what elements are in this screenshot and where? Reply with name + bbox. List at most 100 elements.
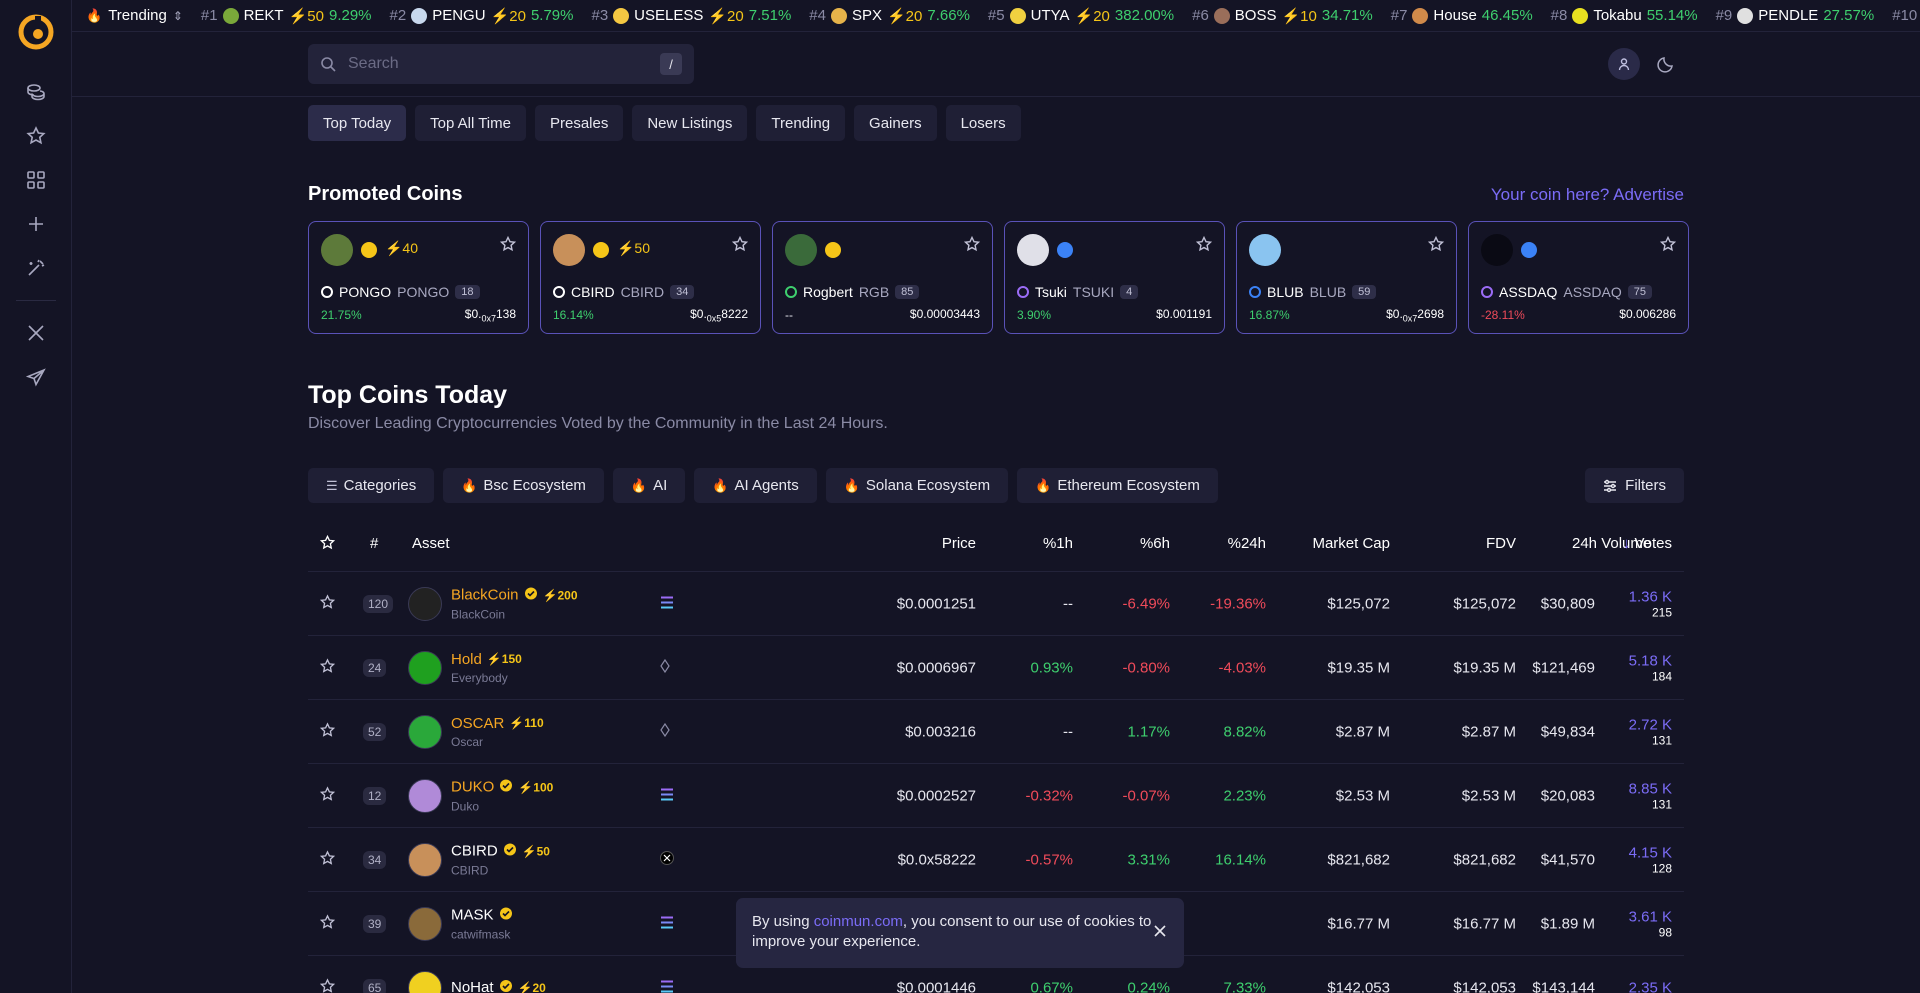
header-24h[interactable]: %24h — [1228, 535, 1266, 552]
trending-label[interactable]: 🔥 Trending ⇕ — [86, 7, 183, 24]
star-icon[interactable] — [16, 116, 56, 156]
magic-wand-icon[interactable] — [16, 248, 56, 288]
ticker-item[interactable]: #6 BOSS ⚡10 34.71% — [1192, 7, 1373, 25]
promoted-card[interactable]: BLUB BLUB 59 16.87% $0.0x72698 — [1236, 221, 1457, 334]
promoted-card[interactable]: ASSDAQ ASSDAQ 75 -28.11% $0.006286 — [1468, 221, 1689, 334]
table-row[interactable]: 120 BlackCoin ⚡200 BlackCoin $0.0001251 -- -6.… — [308, 572, 1684, 636]
table-row[interactable]: 12 DUKO ⚡100 Duko $0.0002527 -0.32% -0.07% 2.23… — [308, 764, 1684, 828]
coin-asset[interactable]: Hold ⚡150 Everybody — [451, 651, 522, 685]
favorite-star-icon[interactable] — [319, 977, 336, 993]
coin-count-badge: 85 — [895, 285, 920, 299]
tab-gainers[interactable]: Gainers — [854, 105, 937, 141]
header-fdv[interactable]: FDV — [1486, 535, 1516, 552]
favorite-star-icon[interactable] — [319, 849, 336, 869]
header-1h[interactable]: %1h — [1043, 535, 1073, 552]
cell-fdv: $19.35 M — [1453, 659, 1516, 676]
filter-chip-ethereum-ecosystem[interactable]: 🔥 Ethereum Ecosystem — [1017, 468, 1218, 503]
search-input[interactable] — [348, 55, 660, 73]
favorite-star-icon[interactable] — [963, 235, 981, 257]
close-icon[interactable] — [1154, 923, 1166, 943]
filter-chip-ai[interactable]: 🔥 AI — [612, 468, 686, 503]
coin-name: Hold — [451, 650, 482, 668]
coin-asset[interactable]: MASK catwifmask — [451, 906, 513, 941]
promoted-card[interactable]: Rogbert RGB 85 -- $0.00003443 — [772, 221, 993, 334]
coin-asset[interactable]: OSCAR ⚡110 Oscar — [451, 715, 544, 749]
header-asset[interactable]: Asset — [412, 535, 450, 552]
favorite-star-icon[interactable] — [319, 657, 336, 677]
vote-button[interactable]: 4.15 K 128 — [1629, 844, 1672, 875]
coin-asset[interactable]: DUKO ⚡100 Duko — [451, 778, 553, 814]
favorite-star-icon[interactable] — [319, 721, 336, 741]
promoted-card[interactable]: ⚡50 CBIRD CBIRD 34 16.14% $0.0x58222 — [540, 221, 761, 334]
coin-asset[interactable]: CBIRD ⚡50 CBIRD — [451, 842, 550, 878]
ticker-item[interactable]: #4 SPX ⚡20 7.66% — [809, 7, 970, 25]
ticker-rank: #8 — [1550, 7, 1568, 24]
header-price[interactable]: Price — [942, 535, 976, 552]
logo-icon[interactable] — [18, 14, 54, 50]
coin-asset[interactable]: NoHat ⚡20 — [451, 979, 546, 993]
vote-button[interactable]: 8.85 K 131 — [1629, 780, 1672, 811]
search-bar[interactable]: / — [308, 44, 694, 84]
telegram-icon[interactable] — [16, 357, 56, 397]
tab-new-listings[interactable]: New Listings — [632, 105, 748, 141]
votes-today: 128 — [1651, 861, 1672, 875]
cell-mcap: $16.77 M — [1327, 915, 1390, 932]
coin-avatar-icon — [1249, 234, 1281, 266]
vote-button[interactable]: 1.36 K 215 — [1629, 588, 1672, 619]
cell-h1: -- — [1063, 595, 1073, 612]
favorite-star-icon[interactable] — [731, 235, 749, 257]
favorite-star-icon[interactable] — [319, 785, 336, 805]
categories-button[interactable]: ☰ Categories — [308, 468, 435, 503]
favorite-star-icon[interactable] — [1195, 235, 1213, 257]
tab-top-today[interactable]: Top Today — [308, 105, 407, 141]
theme-toggle[interactable] — [1650, 48, 1682, 80]
header-6h[interactable]: %6h — [1140, 535, 1170, 552]
table-row[interactable]: 52 OSCAR ⚡110 Oscar $0.003216 -- 1.17% 8.82% $2.… — [308, 700, 1684, 764]
top-coins-title: Top Coins Today — [308, 381, 508, 409]
vote-button[interactable]: 3.61 K 98 — [1629, 908, 1672, 939]
promoted-card[interactable]: Tsuki TSUKI 4 3.90% $0.001191 — [1004, 221, 1225, 334]
advertise-link[interactable]: Your coin here? Advertise — [1491, 185, 1684, 205]
coin-name-line: MASK — [451, 906, 513, 924]
cell-fdv: $142,053 — [1453, 979, 1516, 993]
plus-icon[interactable] — [16, 204, 56, 244]
tab-top-all-time[interactable]: Top All Time — [415, 105, 526, 141]
boost-badge: ⚡50 — [521, 844, 550, 858]
table-row[interactable]: 24 Hold ⚡150 Everybody $0.0006967 0.93% -0.80%… — [308, 636, 1684, 700]
header-market-cap[interactable]: Market Cap — [1312, 535, 1390, 552]
grid-icon[interactable] — [16, 160, 56, 200]
ticker-item[interactable]: #2 PENGU ⚡20 5.79% — [390, 7, 574, 25]
price-main: $0. — [1386, 307, 1403, 321]
header-votes[interactable]: ↓ Votes — [1623, 535, 1672, 552]
vote-button[interactable]: 5.18 K 184 — [1629, 652, 1672, 683]
promoted-card[interactable]: ⚡40 PONGO PONGO 18 21.75% $0.0x7138 — [308, 221, 529, 334]
ticker-item[interactable]: #10BARK — [1892, 7, 1920, 25]
filter-chip-bsc-ecosystem[interactable]: 🔥 Bsc Ecosystem — [443, 468, 604, 503]
favorite-star-icon[interactable] — [1427, 235, 1445, 257]
filter-chip-solana-ecosystem[interactable]: 🔥 Solana Ecosystem — [825, 468, 1009, 503]
coin-asset[interactable]: BlackCoin ⚡200 BlackCoin — [451, 586, 578, 622]
favorite-star-icon[interactable] — [1659, 235, 1677, 257]
favorite-star-icon[interactable] — [499, 235, 517, 257]
ticker-item[interactable]: #7 House 46.45% — [1391, 7, 1533, 25]
ticker-item[interactable]: #1 REKT ⚡50 9.29% — [201, 7, 372, 25]
table-row[interactable]: 34 CBIRD ⚡50 CBIRD $0.0x58222 -0.57% 3.31% 16.1… — [308, 828, 1684, 892]
coins-icon[interactable] — [16, 72, 56, 112]
cell-h24: -4.03% — [1218, 659, 1266, 676]
favorite-star-icon[interactable] — [319, 593, 336, 613]
ticker-item[interactable]: #9 PENDLE 27.57% — [1716, 7, 1875, 25]
x-twitter-icon[interactable] — [16, 313, 56, 353]
vote-button[interactable]: 2.35 K — [1629, 979, 1672, 993]
filter-chip-ai-agents[interactable]: 🔥 AI Agents — [694, 468, 817, 503]
tab-trending[interactable]: Trending — [756, 105, 846, 141]
filters-button[interactable]: Filters — [1585, 468, 1684, 503]
ticker-item[interactable]: #5 UTYA ⚡20 382.00% — [988, 7, 1174, 25]
vote-button[interactable]: 2.72 K 131 — [1629, 716, 1672, 747]
user-button[interactable] — [1608, 48, 1640, 80]
tab-presales[interactable]: Presales — [534, 105, 624, 141]
favorite-star-icon[interactable] — [319, 913, 336, 933]
ticker-item[interactable]: #8 Tokabu 55.14% — [1551, 7, 1698, 25]
site-link[interactable]: coinmun.com — [814, 913, 903, 930]
ticker-item[interactable]: #3 USELESS ⚡20 7.51% — [591, 7, 791, 25]
tab-losers[interactable]: Losers — [945, 105, 1021, 141]
